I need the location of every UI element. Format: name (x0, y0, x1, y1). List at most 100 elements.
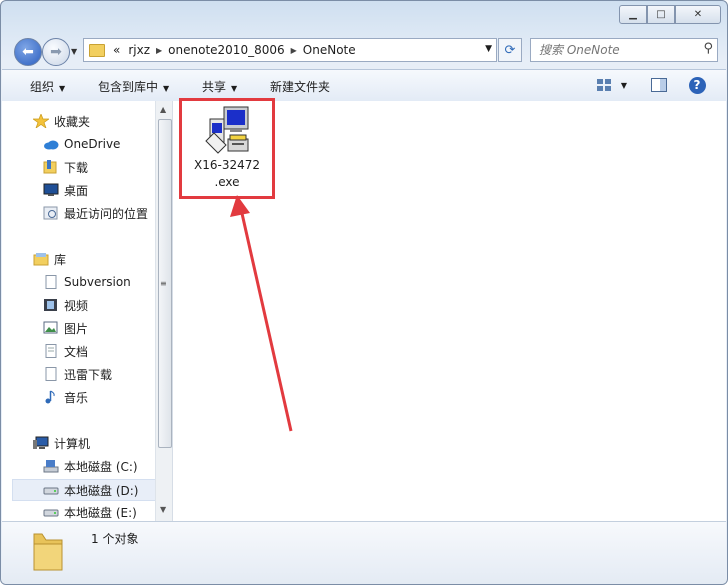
computer-icon (33, 436, 49, 450)
share-button[interactable]: 共享 ▼ (202, 78, 237, 95)
navigation-pane: 收藏夹 OneDrive 下载 桌面 最近访问的位置 库 Subversion (2, 101, 172, 521)
nav-scrollbar[interactable]: ▲ ≡ ▼ (155, 101, 173, 521)
nav-label: 计算机 (54, 436, 91, 451)
item-count: 1 个对象 (91, 532, 139, 546)
maximize-button[interactable]: □ (647, 5, 675, 24)
nav-label: 图片 (64, 321, 89, 336)
breadcrumb-onenote[interactable]: OneNote (303, 43, 356, 57)
organize-label: 组织 (30, 80, 55, 94)
back-button[interactable]: ⬅ (14, 38, 42, 66)
include-library-button[interactable]: 包含到库中 ▼ (98, 78, 169, 95)
film-icon (43, 298, 59, 312)
nav-item-drive-e[interactable]: 本地磁盘 (E:) (43, 502, 137, 522)
system-drive-icon (43, 459, 59, 473)
nav-item-drive-d[interactable]: 本地磁盘 (D:) (12, 479, 164, 501)
scroll-up-icon[interactable]: ▲ (160, 105, 166, 114)
preview-pane-button[interactable] (650, 75, 668, 95)
scroll-down-icon[interactable]: ▼ (160, 505, 166, 514)
organize-button[interactable]: 组织 ▼ (30, 78, 65, 95)
search-icon[interactable]: ⚲ (703, 41, 713, 56)
back-arrow-icon: ⬅ (22, 44, 34, 60)
annotation-arrow (230, 195, 293, 432)
nav-label: 最近访问的位置 (64, 206, 149, 221)
nav-item-onedrive[interactable]: OneDrive (43, 134, 120, 154)
nav-item-documents[interactable]: 文档 (43, 341, 88, 361)
search-box[interactable]: ⚲ (530, 38, 718, 62)
close-button[interactable]: ✕ (675, 5, 721, 24)
file-list: X16-32472 .exe (173, 98, 726, 521)
nav-libraries[interactable]: 库 (33, 249, 66, 269)
forward-arrow-icon: ➡ (50, 44, 62, 60)
nav-label: Subversion (64, 275, 131, 289)
nav-item-xunlei[interactable]: 迅雷下载 (43, 364, 112, 384)
help-button[interactable]: ? (687, 75, 707, 95)
library-icon (33, 252, 49, 266)
caption-buttons: ▁ □ ✕ (619, 5, 721, 24)
document-icon (43, 344, 59, 358)
nav-label: OneDrive (64, 137, 121, 151)
downloads-folder-icon (43, 160, 59, 174)
forward-button[interactable]: ➡ (42, 38, 70, 66)
nav-label: 本地磁盘 (D:) (64, 483, 139, 498)
nav-favorites[interactable]: 收藏夹 (31, 111, 91, 131)
dropdown-arrow-icon: ▼ (59, 84, 66, 93)
star-icon (31, 113, 51, 129)
nav-item-subversion[interactable]: Subversion (43, 272, 131, 292)
refresh-button[interactable]: ⟳ (498, 38, 522, 62)
view-options-icon[interactable] (596, 75, 612, 95)
address-bar[interactable]: « rjxz ▶ onenote2010_8006 ▶ OneNote ▼ (83, 38, 497, 62)
details-pane: 1 个对象 (2, 521, 726, 584)
chevron-right-icon[interactable]: ▶ (156, 46, 162, 55)
nav-item-drive-c[interactable]: 本地磁盘 (C:) (43, 456, 138, 476)
breadcrumb-rjxz[interactable]: rjxz (128, 43, 150, 57)
hard-drive-icon (43, 483, 59, 497)
recent-places-icon (43, 206, 59, 220)
cloud-icon (43, 137, 59, 151)
nav-item-downloads[interactable]: 下载 (43, 157, 88, 177)
music-note-icon (43, 390, 59, 404)
document-icon (43, 367, 59, 381)
new-folder-button[interactable]: 新建文件夹 (270, 78, 330, 95)
nav-label: 库 (54, 252, 67, 267)
nav-item-videos[interactable]: 视频 (43, 295, 88, 315)
hard-drive-icon (43, 505, 59, 519)
share-label: 共享 (202, 80, 227, 94)
nav-label: 本地磁盘 (C:) (64, 459, 138, 474)
nav-item-pictures[interactable]: 图片 (43, 318, 88, 338)
minimize-button[interactable]: ▁ (619, 5, 647, 24)
refresh-icon: ⟳ (504, 42, 516, 58)
preview-pane-icon (651, 78, 667, 92)
nav-item-recent[interactable]: 最近访问的位置 (43, 203, 148, 223)
view-dropdown-icon[interactable]: ▼ (618, 75, 630, 95)
nav-label: 本地磁盘 (E:) (64, 505, 137, 520)
document-icon (43, 275, 59, 289)
nav-label: 迅雷下载 (64, 367, 113, 382)
nav-item-desktop[interactable]: 桌面 (43, 180, 88, 200)
folder-icon (33, 533, 63, 571)
nav-label: 收藏夹 (54, 114, 91, 129)
dropdown-arrow-icon: ▼ (163, 84, 170, 93)
view-grid-icon (597, 79, 611, 91)
desktop-icon (43, 183, 59, 197)
address-dropdown-icon[interactable]: ▼ (485, 44, 492, 54)
new-folder-label: 新建文件夹 (270, 80, 331, 94)
nav-computer[interactable]: 计算机 (33, 433, 90, 453)
command-bar: 组织 ▼ 包含到库中 ▼ 共享 ▼ 新建文件夹 ▼ ? (2, 69, 726, 102)
search-input[interactable] (537, 39, 691, 61)
include-library-label: 包含到库中 (98, 80, 159, 94)
breadcrumb-overflow[interactable]: « (113, 43, 120, 57)
recent-pages-dropdown[interactable]: ▼ (71, 47, 77, 56)
scroll-grip-icon: ≡ (160, 279, 167, 288)
breadcrumb-onenote2010[interactable]: onenote2010_8006 (168, 43, 284, 57)
nav-label: 下载 (64, 160, 89, 175)
chevron-right-icon[interactable]: ▶ (291, 46, 297, 55)
dropdown-arrow-icon: ▼ (231, 84, 238, 93)
nav-item-music[interactable]: 音乐 (43, 387, 88, 407)
nav-label: 文档 (64, 344, 89, 359)
nav-label: 桌面 (64, 183, 89, 198)
folder-icon (89, 43, 105, 57)
picture-icon (43, 321, 59, 335)
nav-label: 音乐 (64, 390, 89, 405)
explorer-window: ▁ □ ✕ ⬅ ➡ ▼ « rjxz ▶ onenote2010_8006 ▶ … (0, 0, 728, 585)
help-icon: ? (688, 76, 706, 94)
